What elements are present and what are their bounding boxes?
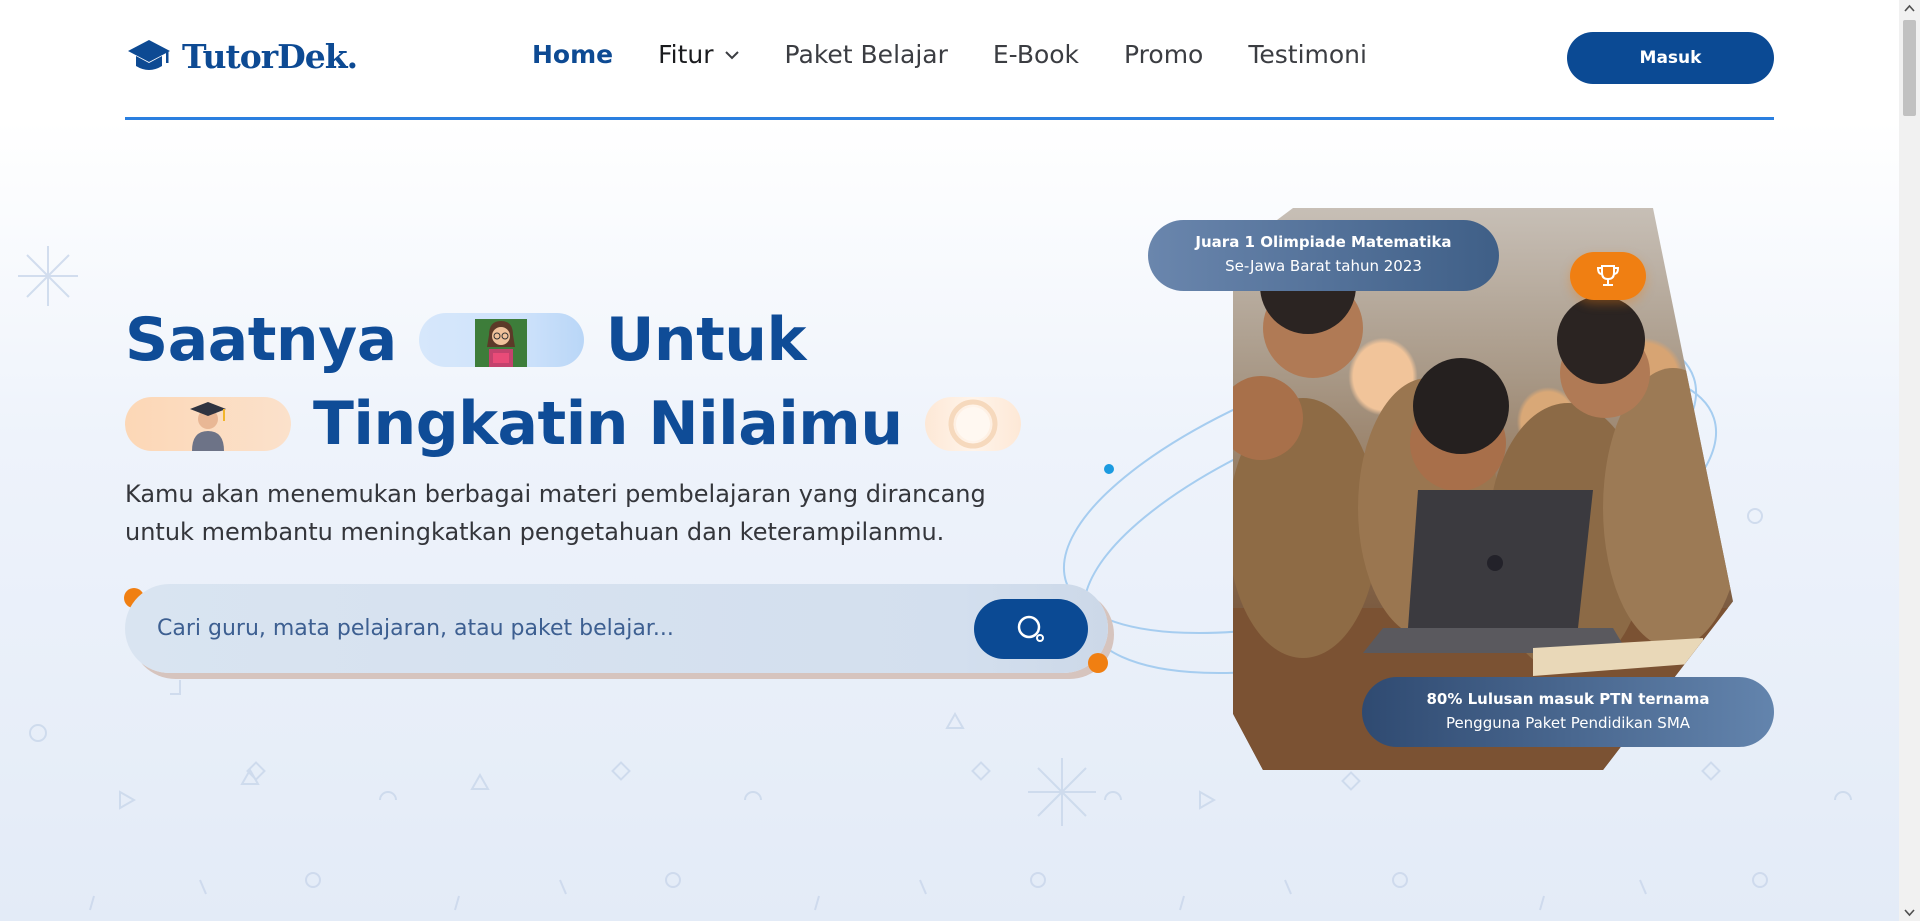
nav-ebook[interactable]: E-Book	[993, 40, 1079, 69]
badge-subtitle: Se-Jawa Barat tahun 2023	[1225, 257, 1422, 275]
graduate-pill	[125, 397, 291, 451]
login-button[interactable]: Masuk	[1567, 32, 1774, 84]
graduation-cap-icon	[128, 40, 170, 70]
search-icon	[1017, 615, 1044, 642]
hero-section: Saatnya Untuk Tingkatin Nilaimu Kamu aka…	[0, 120, 1899, 921]
hero-headline: Saatnya Untuk Tingkatin Nilaimu	[125, 298, 1043, 466]
teacher-pill	[418, 313, 584, 367]
brand-logo[interactable]: TutorDek.	[126, 36, 358, 76]
ring-pill	[924, 397, 1021, 451]
search-bar	[125, 584, 1108, 673]
main-nav: Home Fitur Paket Belajar E-Book Promo Te…	[532, 40, 1412, 69]
nav-paket-belajar[interactable]: Paket Belajar	[785, 40, 948, 69]
graduate-icon	[190, 402, 226, 451]
nav-promo[interactable]: Promo	[1124, 40, 1203, 69]
teacher-icon	[475, 319, 528, 367]
badge-title: 80% Lulusan masuk PTN ternama	[1426, 690, 1710, 708]
headline-word-saatnya: Saatnya	[125, 305, 397, 375]
trophy-badge	[1570, 252, 1646, 300]
nav-fitur-label: Fitur	[658, 40, 714, 69]
search-input[interactable]	[157, 608, 937, 648]
headline-line2: Tingkatin Nilaimu	[313, 389, 903, 459]
accent-dot	[1088, 653, 1108, 673]
ring-icon	[948, 399, 998, 449]
nav-fitur[interactable]: Fitur	[658, 40, 739, 69]
badge-title: Juara 1 Olimpiade Matematika	[1195, 233, 1452, 251]
scroll-up-icon[interactable]	[1904, 3, 1915, 14]
achievement-badge-ptn: 80% Lulusan masuk PTN ternama Pengguna P…	[1362, 677, 1774, 747]
hero-lead-text: Kamu akan menemukan berbagai materi pemb…	[125, 480, 986, 546]
badge-subtitle: Pengguna Paket Pendidikan SMA	[1445, 714, 1691, 732]
nav-testimoni[interactable]: Testimoni	[1248, 40, 1367, 69]
brand-name: TutorDek.	[182, 36, 358, 76]
site-header: TutorDek. Home Fitur Paket Belajar E-Boo…	[0, 0, 1920, 120]
scroll-down-icon[interactable]	[1904, 907, 1915, 918]
headline-word-untuk: Untuk	[605, 305, 807, 375]
trophy-icon	[1596, 265, 1620, 286]
scroll-thumb[interactable]	[1903, 20, 1916, 116]
chevron-down-icon	[724, 50, 739, 59]
search-button[interactable]	[974, 599, 1088, 659]
page-scrollbar[interactable]	[1899, 0, 1920, 921]
nav-home[interactable]: Home	[532, 40, 613, 69]
achievement-badge-olimpiade: Juara 1 Olimpiade Matematika Se-Jawa Bar…	[1148, 220, 1499, 291]
